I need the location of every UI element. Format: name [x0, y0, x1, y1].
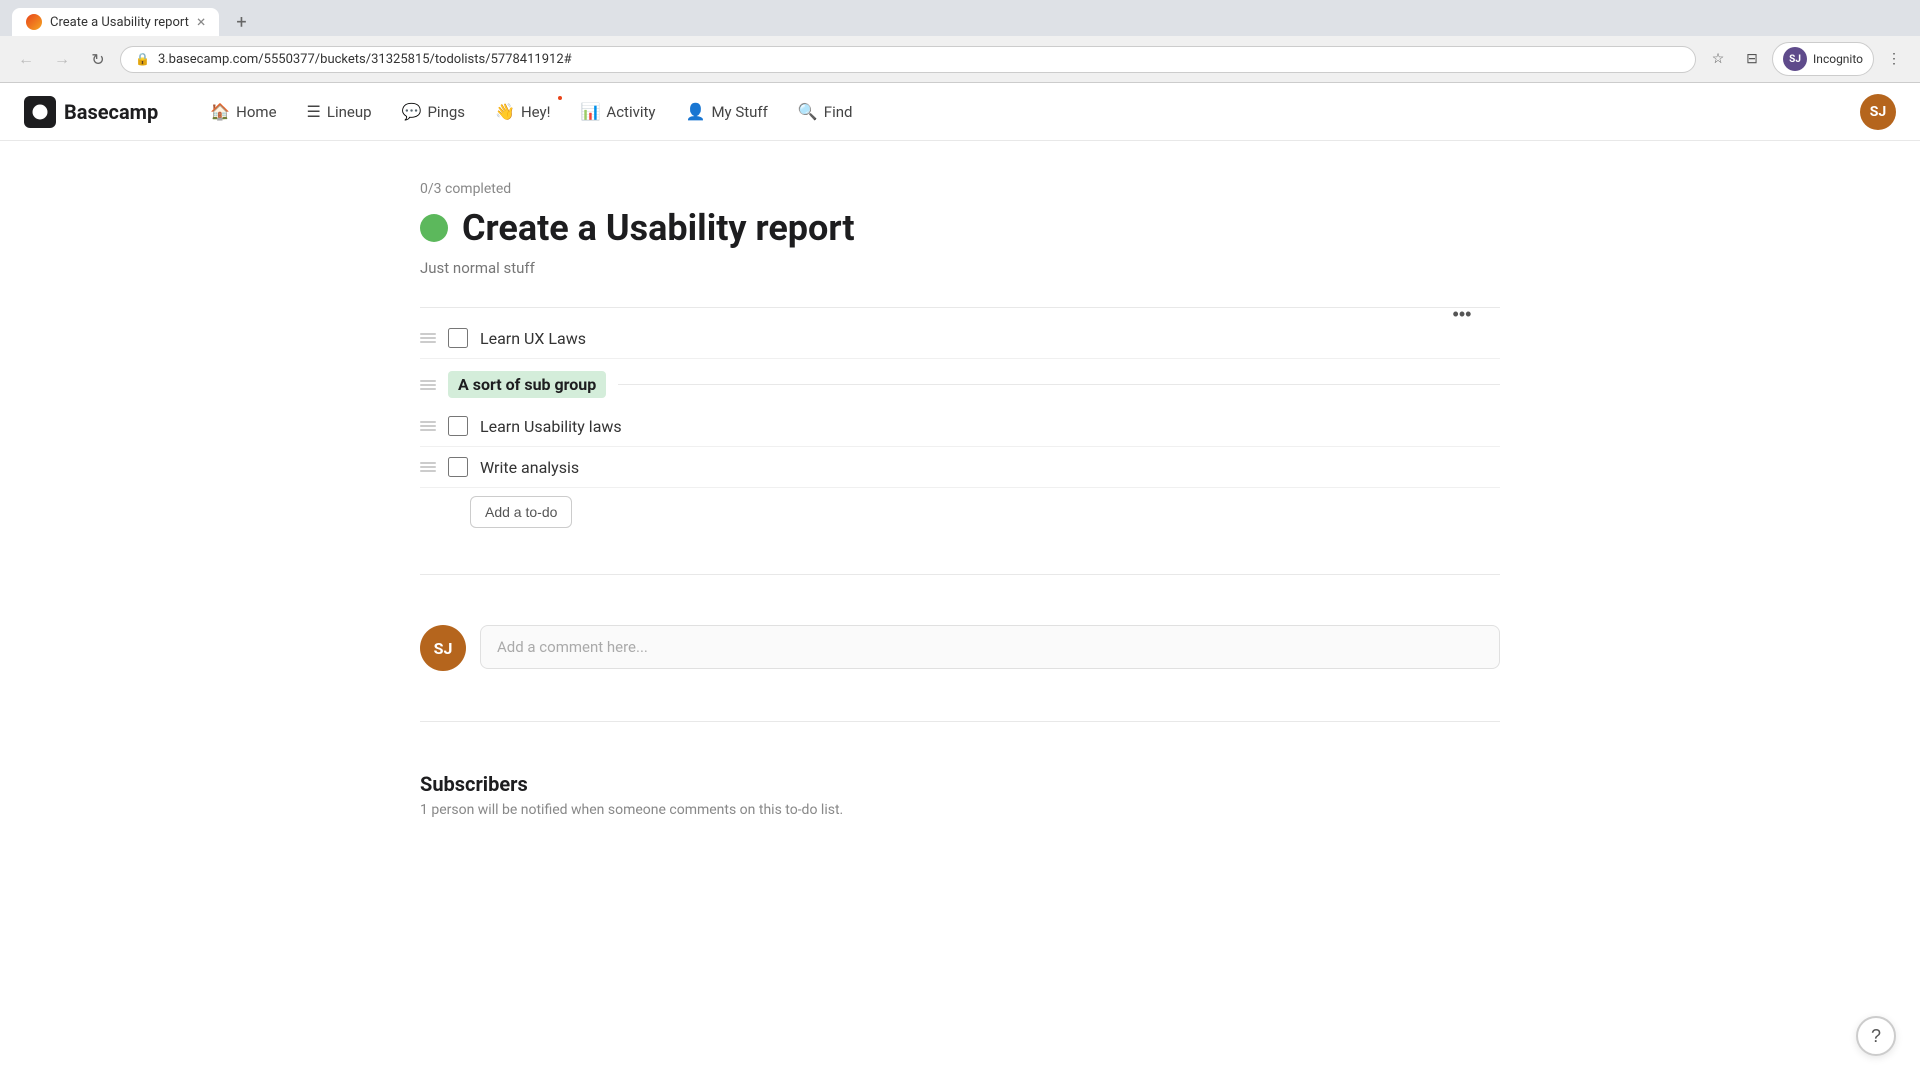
drag-handle-icon[interactable]	[420, 333, 436, 343]
incognito-button[interactable]: SJ Incognito	[1772, 42, 1874, 76]
todo-label-1: Learn UX Laws	[480, 329, 586, 348]
sidebar-item-find[interactable]: 🔍 Find	[786, 96, 865, 127]
address-text: 3.basecamp.com/5550377/buckets/31325815/…	[158, 52, 1681, 67]
user-avatar[interactable]: SJ	[1860, 94, 1896, 130]
browser-tab[interactable]: Create a Usability report ×	[12, 8, 219, 36]
subgroup-row: A sort of sub group	[420, 359, 1500, 406]
tab-close-button[interactable]: ×	[197, 14, 206, 30]
page-subtitle: Just normal stuff	[420, 259, 1500, 277]
activity-icon: 📊	[580, 102, 600, 121]
page-title-row: Create a Usability report	[420, 207, 1500, 249]
section-divider	[420, 574, 1500, 575]
lock-icon: 🔒	[135, 52, 150, 66]
hey-notification-badge	[556, 94, 564, 102]
nav-lineup-label: Lineup	[327, 103, 372, 121]
todo-item: Write analysis	[420, 447, 1500, 488]
sidebar-item-hey[interactable]: 👋 Hey!	[483, 96, 562, 127]
todo-item: Learn Usability laws	[420, 406, 1500, 447]
nav-activity-label: Activity	[606, 103, 655, 121]
completion-dot	[420, 214, 448, 242]
lineup-icon: ☰	[307, 102, 321, 121]
nav-home-label: Home	[236, 103, 276, 121]
nav-pings-label: Pings	[427, 103, 465, 121]
add-todo-button[interactable]: Add a to-do	[470, 496, 572, 528]
sidebar-item-activity[interactable]: 📊 Activity	[568, 96, 667, 127]
content-divider-2	[420, 721, 1500, 722]
user-avatar-initials: SJ	[1870, 104, 1886, 120]
comment-user-avatar: SJ	[420, 625, 466, 671]
hey-icon: 👋	[495, 102, 515, 121]
todo-label-2: Learn Usability laws	[480, 417, 622, 436]
drag-handle-icon[interactable]	[420, 421, 436, 431]
more-options-button[interactable]: •••	[1444, 296, 1480, 332]
bookmark-icon[interactable]: ☆	[1704, 45, 1732, 73]
browser-window: Create a Usability report × + ← → ↻ 🔒 3.…	[0, 0, 1920, 1083]
subscribers-subtitle: 1 person will be notified when someone c…	[420, 802, 1500, 818]
drag-handle-icon[interactable]	[420, 462, 436, 472]
app-container: Basecamp 🏠 Home ☰ Lineup 💬 Pings 👋 Hey!	[0, 83, 1920, 1083]
todo-checkbox-1[interactable]	[448, 328, 468, 348]
tab-title: Create a Usability report	[50, 15, 189, 30]
todo-label-3: Write analysis	[480, 458, 579, 477]
help-button[interactable]: ?	[1856, 1016, 1896, 1056]
tab-favicon-icon	[26, 14, 42, 30]
home-icon: 🏠	[210, 102, 230, 121]
sidebar-item-lineup[interactable]: ☰ Lineup	[295, 96, 384, 127]
subgroup-drag-handle-icon[interactable]	[420, 380, 436, 390]
comment-input[interactable]: Add a comment here...	[480, 625, 1500, 669]
comment-placeholder: Add a comment here...	[497, 638, 648, 656]
mystuff-icon: 👤	[686, 102, 706, 121]
pings-icon: 💬	[402, 102, 422, 121]
todo-checkbox-3[interactable]	[448, 457, 468, 477]
logo[interactable]: Basecamp	[24, 96, 158, 128]
forward-button[interactable]: →	[48, 45, 76, 73]
sidebar-item-home[interactable]: 🏠 Home	[198, 96, 288, 127]
top-nav: Basecamp 🏠 Home ☰ Lineup 💬 Pings 👋 Hey!	[0, 83, 1920, 141]
back-button[interactable]: ←	[12, 45, 40, 73]
subgroup-label: A sort of sub group	[448, 371, 606, 398]
toolbar-icons: ☆ ⊟ SJ Incognito ⋮	[1704, 42, 1908, 76]
sidebar-item-pings[interactable]: 💬 Pings	[390, 96, 477, 127]
sidebar-icon[interactable]: ⊟	[1738, 45, 1766, 73]
todo-checkbox-2[interactable]	[448, 416, 468, 436]
main-content: ••• 0/3 completed Create a Usability rep…	[360, 141, 1560, 878]
subgroup-divider	[618, 384, 1500, 385]
incognito-label: Incognito	[1813, 52, 1863, 66]
address-bar[interactable]: 🔒 3.basecamp.com/5550377/buckets/3132581…	[120, 46, 1696, 73]
subscribers-title: Subscribers	[420, 772, 1500, 796]
find-icon: 🔍	[798, 102, 818, 121]
nav-items: 🏠 Home ☰ Lineup 💬 Pings 👋 Hey! 📊	[198, 96, 1860, 127]
page-title: Create a Usability report	[462, 207, 855, 249]
subscribers-section: Subscribers 1 person will be notified wh…	[420, 752, 1500, 838]
browser-titlebar: Create a Usability report × +	[0, 0, 1920, 36]
new-tab-button[interactable]: +	[227, 8, 255, 36]
incognito-avatar: SJ	[1783, 47, 1807, 71]
logo-text: Basecamp	[64, 100, 158, 124]
sidebar-item-mystuff[interactable]: 👤 My Stuff	[674, 96, 780, 127]
more-browser-options-icon[interactable]: ⋮	[1880, 45, 1908, 73]
browser-toolbar: ← → ↻ 🔒 3.basecamp.com/5550377/buckets/3…	[0, 36, 1920, 83]
todo-list: Learn UX Laws A sort of sub group	[420, 307, 1500, 544]
nav-mystuff-label: My Stuff	[711, 103, 767, 121]
progress-text: 0/3 completed	[420, 181, 1500, 197]
comment-area: SJ Add a comment here...	[420, 605, 1500, 691]
basecamp-logo-icon	[24, 96, 56, 128]
todo-item: Learn UX Laws	[420, 318, 1500, 359]
reload-button[interactable]: ↻	[84, 45, 112, 73]
nav-find-label: Find	[824, 103, 853, 121]
nav-hey-label: Hey!	[521, 103, 551, 121]
